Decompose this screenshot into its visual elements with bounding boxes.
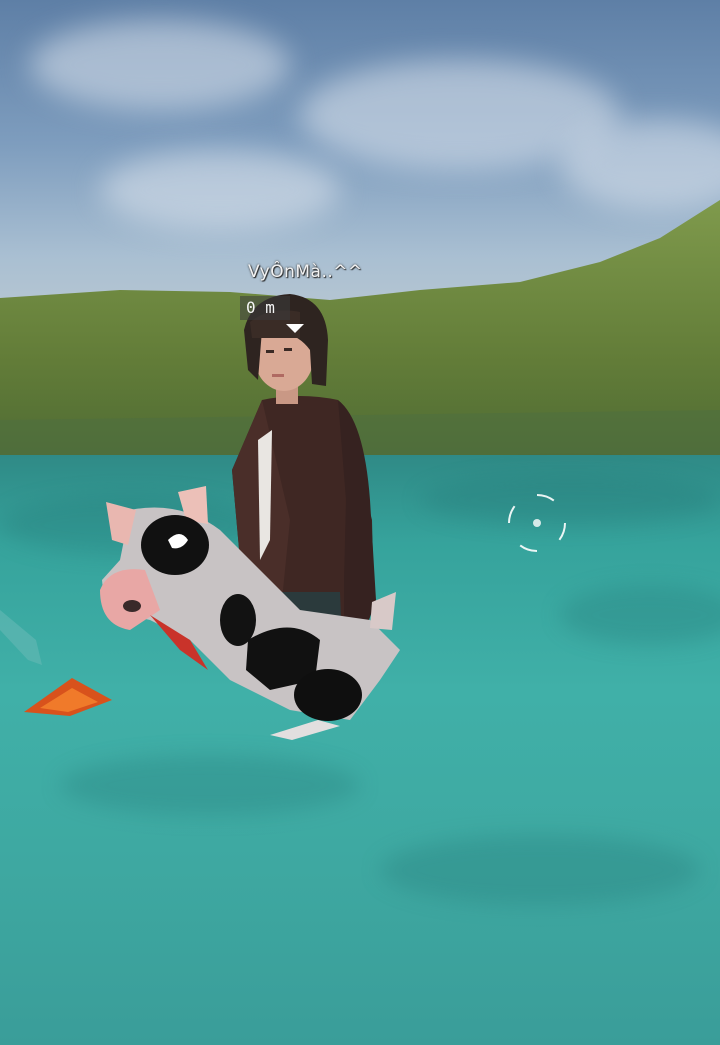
player-marker-arrow-icon <box>286 324 304 333</box>
player-character <box>0 294 400 740</box>
aim-reticle-icon <box>508 494 566 552</box>
distance-indicator: 0 m <box>240 296 290 320</box>
game-viewport[interactable]: VyÔnMà..^^ 0 m <box>0 0 720 1045</box>
player-name-tag: VyÔnMà..^^ <box>248 262 363 282</box>
